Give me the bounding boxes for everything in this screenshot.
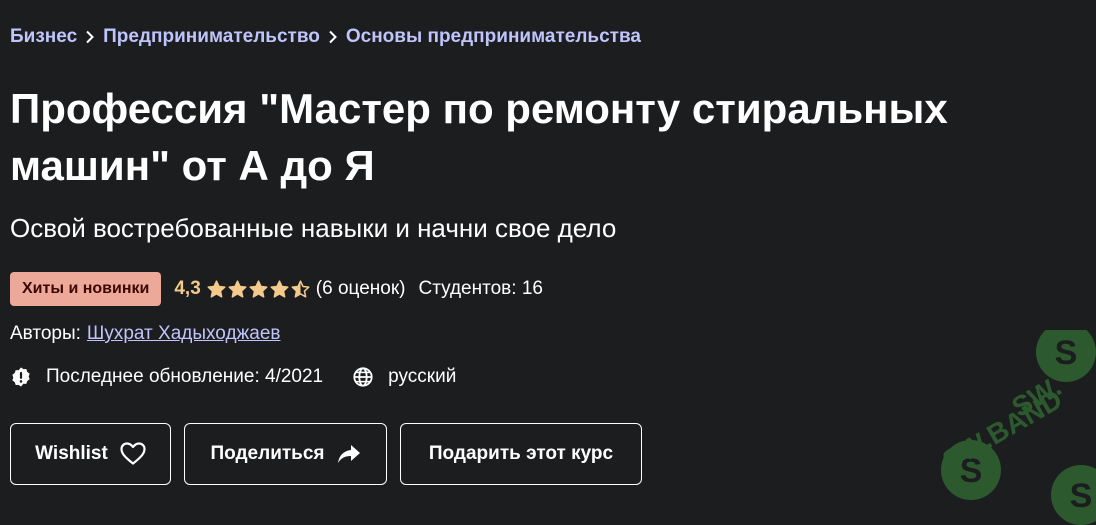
breadcrumb-item-entrepreneurship-basics[interactable]: Основы предпринимательства [346, 26, 641, 48]
gift-course-button[interactable]: Подарить этот курс [400, 423, 642, 485]
authors-label: Авторы: [10, 323, 81, 344]
language-text: русский [388, 366, 457, 387]
rating-value[interactable]: 4,3 [174, 278, 200, 300]
wishlist-label: Wishlist [35, 443, 108, 464]
author-link[interactable]: Шухрат Хадыходжаев [87, 323, 281, 345]
last-updated-text: Последнее обновление: 4/2021 [46, 366, 324, 387]
authors-line: Авторы: Шухрат Хадыходжаев [10, 323, 280, 345]
svg-text:S: S [1070, 477, 1093, 515]
breadcrumb: Бизнес Предпринимательство Основы предпр… [10, 26, 641, 48]
alert-badge-icon [10, 366, 46, 388]
course-language: русский [352, 366, 456, 388]
chevron-right-icon [321, 30, 345, 44]
course-info: Последнее обновление: 4/2021 русский [10, 366, 456, 388]
star-icon [228, 279, 247, 298]
star-icon [249, 279, 268, 298]
rating-stars[interactable] [207, 279, 310, 299]
star-icon [207, 279, 226, 298]
share-arrow-icon [325, 444, 361, 464]
course-meta: Хиты и новинки 4,3 (6 оценок) Студентов:… [10, 272, 543, 306]
wishlist-button[interactable]: Wishlist [10, 423, 171, 485]
svg-text:S: S [1055, 334, 1078, 372]
chevron-right-icon [78, 30, 102, 44]
ratings-count-link[interactable]: (6 оценок) [316, 278, 406, 300]
bestseller-badge: Хиты и новинки [10, 272, 162, 306]
star-icon [270, 279, 289, 298]
students-count: Студентов: 16 [418, 278, 543, 299]
course-subtitle: Освой востребованные навыки и начни свое… [10, 213, 617, 243]
breadcrumb-item-business[interactable]: Бизнес [10, 26, 77, 48]
heart-icon [108, 442, 146, 466]
share-label: Поделиться [210, 443, 325, 464]
course-title: Профессия "Мастер по ремонту стиральных … [10, 85, 948, 189]
watermark-logo: S S S SW.BAND SW. [906, 330, 1096, 525]
share-button[interactable]: Поделиться [184, 423, 387, 485]
last-updated: Последнее обновление: 4/2021 [10, 366, 323, 388]
action-buttons: Wishlist Поделиться Подарить этот курс [10, 423, 642, 485]
half-star-icon [291, 279, 310, 298]
breadcrumb-item-entrepreneurship[interactable]: Предпринимательство [103, 26, 320, 48]
globe-icon [352, 366, 388, 388]
